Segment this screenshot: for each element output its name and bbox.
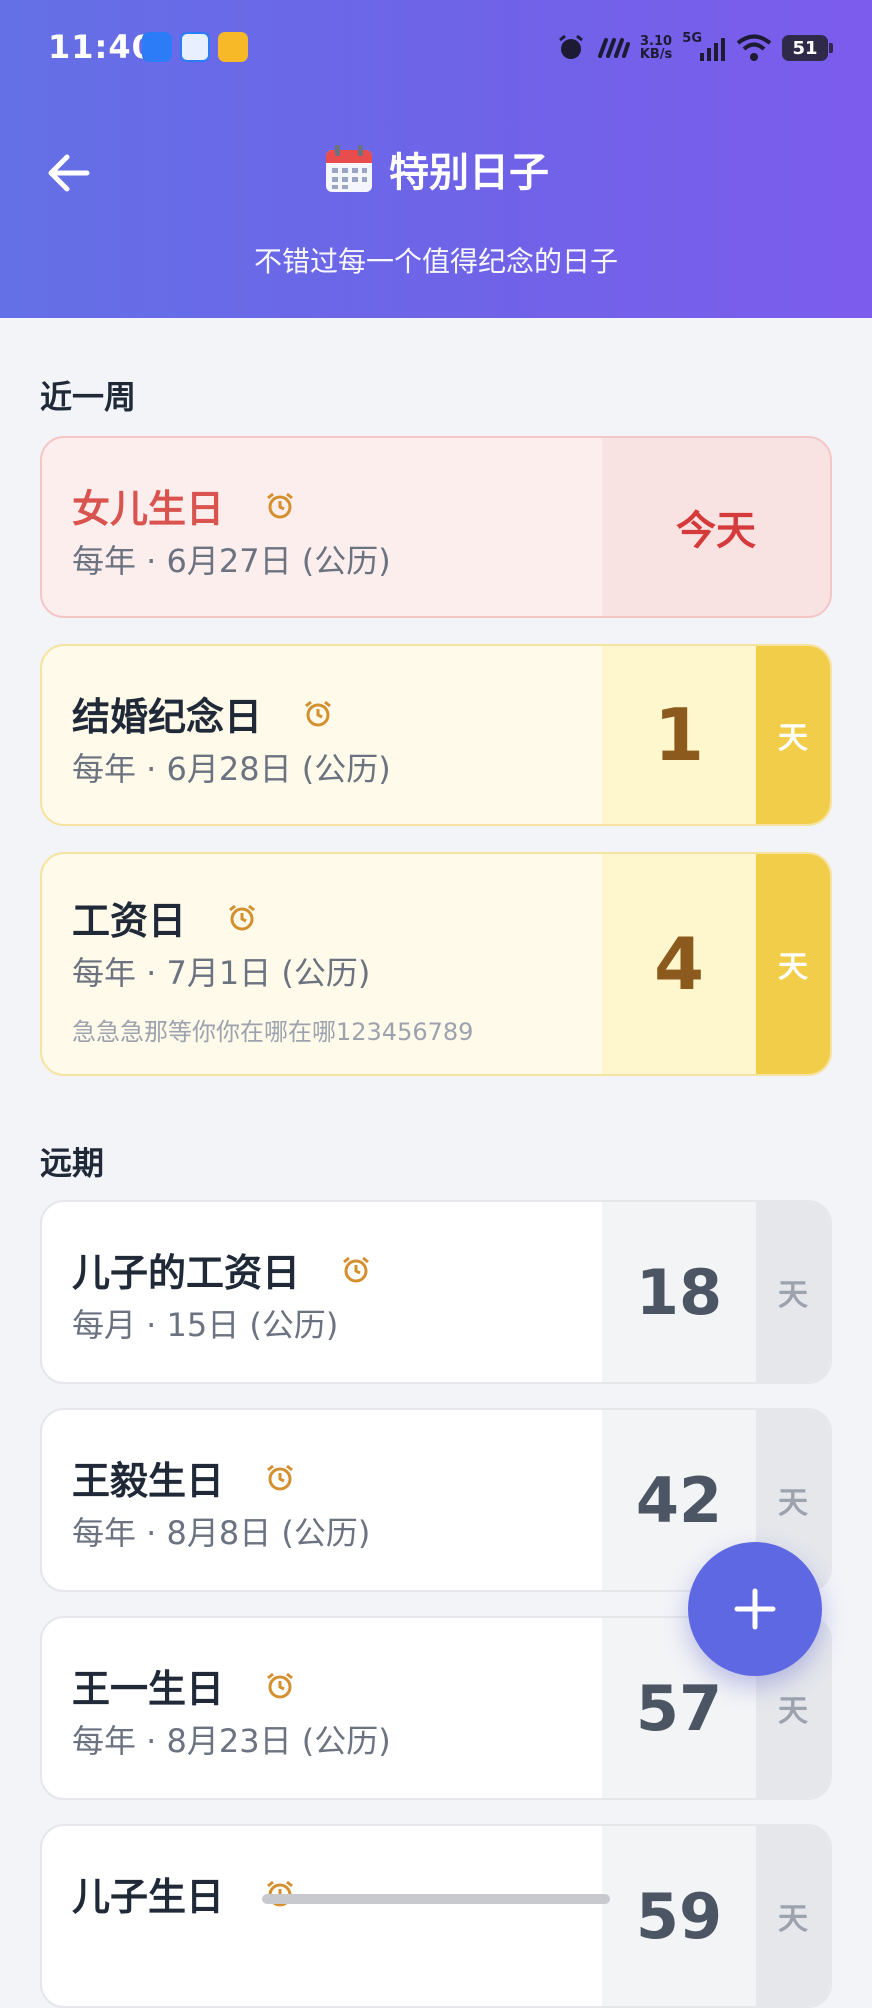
header: 11:40 3.10 KB/s 5G 51 特别日子 不错过每一个值得纪念的日子 — [0, 0, 872, 318]
countdown-value: 18 — [602, 1202, 756, 1382]
add-event-button[interactable] — [688, 1542, 822, 1676]
alarm-clock-icon — [267, 1464, 293, 1490]
event-date: 每年 · 8月23日 (公历) — [72, 1722, 391, 1760]
event-name-row: 女儿生日 — [72, 478, 296, 533]
alarm-status-icon — [558, 34, 583, 59]
section-title-week: 近一周 — [40, 378, 137, 416]
event-name-row: 工资日 — [72, 890, 258, 945]
alarm-clock-icon — [267, 492, 293, 518]
section-title-far: 远期 — [40, 1144, 105, 1182]
countdown-unit: 天 — [756, 646, 830, 824]
network-speed: 3.10 KB/s — [640, 35, 672, 61]
speed-unit: KB/s — [639, 47, 673, 62]
event-name: 王一生日 — [72, 1667, 225, 1711]
event-name: 结婚纪念日 — [72, 695, 263, 739]
wifi-icon — [736, 34, 772, 61]
event-card-today[interactable]: 女儿生日 每年 · 6月27日 (公历) 今天 — [40, 436, 832, 618]
home-indicator[interactable] — [262, 1894, 610, 1904]
event-card[interactable]: 儿子生日 59 天 — [40, 1824, 832, 2008]
countdown-unit: 天 — [756, 1202, 830, 1382]
event-name: 工资日 — [72, 899, 187, 943]
event-name-row: 王一生日 — [72, 1658, 296, 1713]
network-type: 5G — [682, 30, 702, 46]
plus-icon — [734, 1588, 776, 1630]
alarm-clock-icon — [343, 1256, 369, 1282]
status-time: 11:40 — [48, 28, 155, 66]
event-date: 每年 · 6月28日 (公历) — [72, 750, 391, 788]
message-notification-icon — [180, 32, 210, 62]
status-icons: 3.10 KB/s 5G 51 — [556, 26, 833, 70]
event-note: 急急急那等你你在哪在哪123456789 — [72, 1018, 474, 1046]
event-name-row: 王毅生日 — [72, 1450, 296, 1505]
page-subtitle: 不错过每一个值得纪念的日子 — [253, 245, 618, 278]
alarm-clock-icon — [267, 1672, 293, 1698]
status-bar: 11:40 3.10 KB/s 5G 51 — [0, 0, 872, 96]
alarm-clock-icon — [305, 700, 331, 726]
nfc-status-icon — [597, 38, 630, 58]
event-name-row: 结婚纪念日 — [72, 686, 334, 741]
countdown-unit: 天 — [756, 854, 830, 1074]
event-card[interactable]: 结婚纪念日 每年 · 6月28日 (公历) 1 天 — [40, 644, 832, 826]
countdown-unit: 天 — [756, 1826, 830, 2006]
event-date: 每年 · 6月27日 (公历) — [72, 542, 391, 580]
event-name: 女儿生日 — [72, 487, 225, 531]
app-notification-icon — [142, 32, 172, 62]
event-name-row: 儿子的工资日 — [72, 1242, 372, 1297]
countdown-value: 59 — [602, 1826, 756, 2006]
event-name: 儿子的工资日 — [72, 1251, 301, 1295]
mail-notification-icon — [218, 32, 248, 62]
event-date: 每年 · 8月8日 (公历) — [72, 1514, 371, 1552]
calendar-icon — [326, 145, 372, 192]
signal-icon — [700, 38, 725, 61]
event-card[interactable]: 儿子的工资日 每月 · 15日 (公历) 18 天 — [40, 1200, 832, 1384]
page-title-group: 特别日子 — [0, 140, 872, 198]
battery-icon: 51 — [782, 35, 833, 61]
page-title: 特别日子 — [389, 150, 549, 196]
event-name: 王毅生日 — [72, 1459, 225, 1503]
countdown-value: 4 — [602, 854, 756, 1074]
event-name-row: 儿子生日 — [72, 1866, 296, 1921]
event-card[interactable]: 工资日 每年 · 7月1日 (公历) 急急急那等你你在哪在哪123456789 … — [40, 852, 832, 1076]
battery-level: 51 — [792, 37, 818, 59]
event-date: 每月 · 15日 (公历) — [72, 1306, 339, 1344]
countdown-value: 今天 — [602, 438, 830, 616]
event-date: 每年 · 7月1日 (公历) — [72, 954, 371, 992]
alarm-clock-icon — [229, 904, 255, 930]
event-name: 儿子生日 — [72, 1875, 225, 1919]
countdown-value: 1 — [602, 646, 756, 824]
